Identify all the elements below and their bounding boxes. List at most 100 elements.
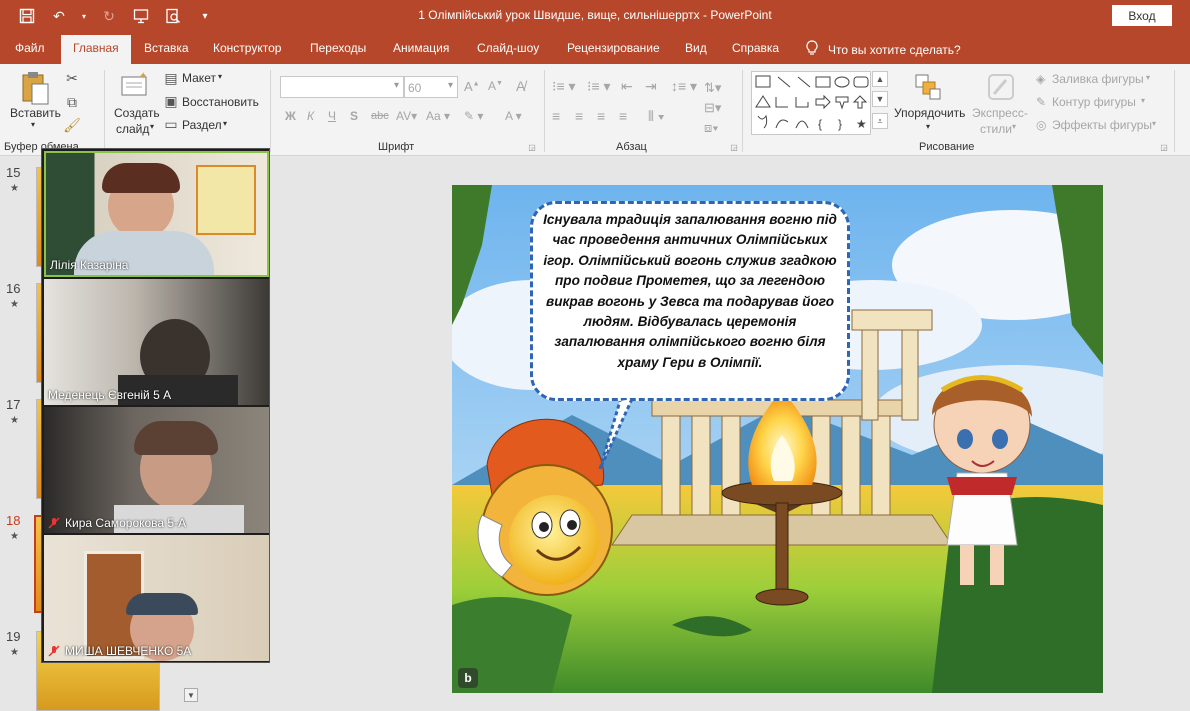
separator	[104, 70, 105, 152]
shapes-scroll-down-icon[interactable]: ▼	[872, 91, 888, 107]
paste-label[interactable]: Вставить	[10, 106, 61, 120]
arrange-dropdown-icon[interactable]: ▾	[926, 122, 930, 131]
tell-me-box[interactable]: Что вы хотите сделать?	[806, 40, 961, 59]
animation-star-icon: ★	[10, 531, 19, 542]
new-slide-label-2[interactable]: слайд	[116, 122, 149, 136]
font-name-combobox[interactable]: ▾	[280, 76, 404, 98]
paste-dropdown-icon[interactable]: ▾	[31, 120, 35, 129]
window-title: 1 Олімпійський урок Швидше, вище, сильні…	[418, 8, 772, 22]
decrease-font-icon: A▼	[488, 79, 503, 93]
new-slide-label-1[interactable]: Создать	[114, 106, 160, 120]
character-spacing-icon: AV▾	[396, 109, 418, 123]
tab-design[interactable]: Конструктор	[213, 41, 281, 55]
participant-tile[interactable]: Кира Саморокова 5-А	[44, 407, 269, 533]
tab-review[interactable]: Рецензирование	[567, 41, 660, 55]
shapes-gallery[interactable]: {} ★	[751, 71, 871, 135]
layout-dropdown-icon[interactable]: ▾	[218, 72, 222, 81]
slide-number: 19	[6, 629, 21, 644]
new-slide-dropdown-icon[interactable]: ▾	[150, 122, 154, 131]
participant-name: Кира Саморокова 5-А	[65, 516, 187, 530]
tab-view[interactable]: Вид	[685, 41, 707, 55]
participant-name: МИША ШЕВЧЕНКО 5А	[65, 644, 192, 658]
quick-styles-dropdown-icon: ▾	[1012, 122, 1017, 131]
speech-bubble[interactable]: Існувала традиція запалювання вогню під …	[530, 201, 850, 401]
layout-icon[interactable]: ▤	[164, 70, 178, 86]
smartart-icon: ⧈▾	[704, 120, 719, 135]
tab-home[interactable]: Главная	[61, 35, 131, 64]
tab-insert[interactable]: Вставка	[144, 41, 189, 55]
speech-bubble-tail	[598, 398, 634, 470]
shape-effects-button: Эффекты фигуры	[1052, 118, 1153, 132]
separator	[1174, 70, 1175, 152]
bing-logo-icon: b	[458, 668, 478, 688]
section-icon[interactable]: ▭	[164, 116, 178, 132]
shadow-icon: S	[350, 109, 359, 123]
new-slide-icon[interactable]: ✦	[118, 70, 150, 100]
arrange-label[interactable]: Упорядочить	[894, 106, 965, 120]
participant-tile[interactable]: Меденець Євгеній 5 А	[44, 279, 269, 405]
highlight-icon: ✎ ▾	[464, 109, 484, 123]
sign-in-button[interactable]: Вход	[1112, 5, 1172, 26]
shape-fill-icon: ◈	[1036, 72, 1046, 86]
font-dialog-launcher-icon[interactable]: ◲	[528, 143, 536, 152]
tab-animations[interactable]: Анимация	[393, 41, 449, 55]
reset-button[interactable]: Восстановить	[182, 95, 259, 109]
ribbon-tabs: Файл Главная Вставка Конструктор Переход…	[0, 32, 1190, 64]
title-bar: ↶ ▾ ↻ ▾ 1 Олімпійський урок Швидше, вище…	[0, 0, 1190, 32]
participant-hair	[102, 163, 180, 193]
font-color-icon: A ▾	[505, 109, 522, 123]
clear-formatting-icon: A̸	[516, 78, 526, 94]
drawing-dialog-launcher-icon[interactable]: ◲	[1160, 143, 1168, 152]
tab-transitions[interactable]: Переходы	[310, 41, 366, 55]
arrange-icon[interactable]	[912, 70, 944, 104]
copy-icon[interactable]: ⧉	[64, 94, 80, 110]
participant-tile[interactable]: Лілія Казаріна	[44, 151, 269, 277]
lightbulb-icon	[806, 40, 818, 59]
columns-icon: ⫴ ▾	[648, 108, 665, 124]
tab-slideshow[interactable]: Слайд-шоу	[477, 41, 539, 55]
font-group-label: Шрифт	[378, 141, 415, 153]
separator	[270, 70, 271, 152]
participant-headphones	[126, 593, 198, 615]
reset-icon[interactable]: ▣	[164, 93, 178, 109]
wall-poster	[196, 165, 256, 235]
cut-icon[interactable]: ✂	[64, 70, 80, 86]
slide-canvas[interactable]: Існувала традиція запалювання вогню під …	[452, 185, 1103, 693]
section-dropdown-icon[interactable]: ▾	[223, 119, 227, 128]
slide-number: 15	[6, 165, 21, 180]
paragraph-dialog-launcher-icon[interactable]: ◲	[730, 143, 738, 152]
mic-muted-icon	[48, 517, 60, 529]
participant-tile[interactable]: МИША ШЕВЧЕНКО 5А	[44, 535, 269, 661]
svg-text:{: {	[818, 117, 822, 131]
thumbnails-scroll-down-icon[interactable]: ▼	[184, 688, 198, 702]
font-size-combobox[interactable]: 60 ▾	[404, 76, 458, 98]
font-size-value: 60	[408, 81, 422, 95]
paste-icon[interactable]	[16, 70, 54, 106]
participant-name: Лілія Казаріна	[50, 258, 129, 272]
font-name-dropdown-icon[interactable]: ▾	[394, 80, 399, 91]
section-button[interactable]: Раздел	[182, 118, 222, 132]
slide-number: 17	[6, 397, 21, 412]
shapes-scroll-up-icon[interactable]: ▲	[872, 71, 888, 87]
align-left-icon: ≡	[552, 108, 561, 124]
participant-name-label: Лілія Казаріна	[50, 258, 128, 272]
font-size-dropdown-icon[interactable]: ▾	[448, 80, 453, 91]
layout-button[interactable]: Макет	[182, 71, 216, 85]
slide-number: 16	[6, 281, 21, 296]
increase-font-icon: A▲	[464, 79, 480, 94]
format-painter-icon[interactable]: 🖌	[63, 117, 81, 133]
shapes-more-icon[interactable]: ⩡	[872, 113, 888, 129]
slide-number: 18	[6, 513, 21, 528]
quick-styles-label-1: Экспресс-	[972, 106, 1028, 120]
text-direction-icon: ⇅▾	[704, 80, 722, 95]
ribbon: Вставить ▾ ✂ ⧉ 🖌 Буфер обмена ✦ Создать …	[0, 64, 1190, 156]
animation-star-icon: ★	[10, 415, 19, 426]
animation-star-icon: ★	[10, 647, 19, 658]
separator	[544, 70, 545, 152]
tab-help[interactable]: Справка	[732, 41, 779, 55]
underline-icon: Ч	[328, 109, 336, 123]
align-text-icon: ⊟▾	[704, 100, 722, 115]
participant-name-label: Кира Саморокова 5-А	[48, 516, 186, 530]
tab-file[interactable]: Файл	[15, 41, 45, 55]
paragraph-group-label: Абзац	[616, 141, 647, 153]
